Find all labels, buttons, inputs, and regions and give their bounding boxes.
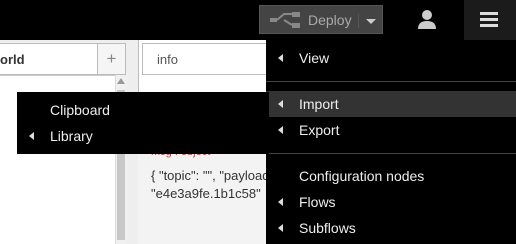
menu-divider <box>266 81 516 82</box>
submenu-item-clipboard[interactable]: Clipboard <box>17 97 269 123</box>
menu-item-label: View <box>299 50 330 66</box>
menu-item-label: Configuration nodes <box>299 168 425 184</box>
menu-item-label: Clipboard <box>50 102 110 118</box>
hamburger-icon <box>480 12 498 27</box>
menu-item-export[interactable]: Export <box>266 117 516 143</box>
debug-message-payload-line1: { "topic": "", "payload": <box>151 168 269 183</box>
submenu-caret-icon <box>278 198 283 206</box>
chevron-down-icon[interactable] <box>358 14 382 28</box>
main-menu-button[interactable] <box>464 0 516 40</box>
flow-tab[interactable]: orld <box>0 43 98 75</box>
submenu-item-library[interactable]: Library <box>17 123 269 149</box>
menu-item-view[interactable]: View <box>266 45 516 71</box>
add-flow-button[interactable]: + <box>97 43 126 75</box>
menu-item-subflows[interactable]: Subflows <box>266 215 516 241</box>
menu-item-import[interactable]: Import <box>266 91 516 117</box>
flow-tab-label: orld <box>0 52 25 67</box>
debug-message-payload-line2: "e4e3a9fe.1b1c58" <box>151 186 261 201</box>
menu-item-label: Import <box>299 96 339 112</box>
submenu-caret-icon <box>278 126 283 134</box>
header-bar: Deploy <box>0 0 516 40</box>
tab-info-label: info <box>157 52 178 67</box>
user-icon <box>418 10 436 29</box>
scroll-up-arrow-icon[interactable] <box>117 78 125 84</box>
import-submenu: Clipboard Library <box>17 92 269 154</box>
submenu-caret-icon <box>29 132 34 140</box>
main-menu-dropdown: View Import Export Configuration nodes F… <box>266 40 516 244</box>
menu-item-configuration-nodes[interactable]: Configuration nodes <box>266 163 516 189</box>
menu-divider <box>266 153 516 154</box>
menu-item-label: Flows <box>299 194 336 210</box>
menu-item-label: Library <box>50 128 93 144</box>
user-button[interactable] <box>404 0 450 40</box>
menu-item-label: Subflows <box>299 220 356 236</box>
submenu-caret-icon <box>278 100 283 108</box>
submenu-caret-icon <box>278 54 283 62</box>
menu-item-flows[interactable]: Flows <box>266 189 516 215</box>
submenu-caret-icon <box>278 224 283 232</box>
deploy-button[interactable]: Deploy <box>259 5 383 34</box>
menu-item-label: Export <box>299 122 340 138</box>
tab-info[interactable]: info <box>142 43 282 75</box>
deploy-icon <box>270 12 300 28</box>
deploy-label: Deploy <box>308 12 352 28</box>
